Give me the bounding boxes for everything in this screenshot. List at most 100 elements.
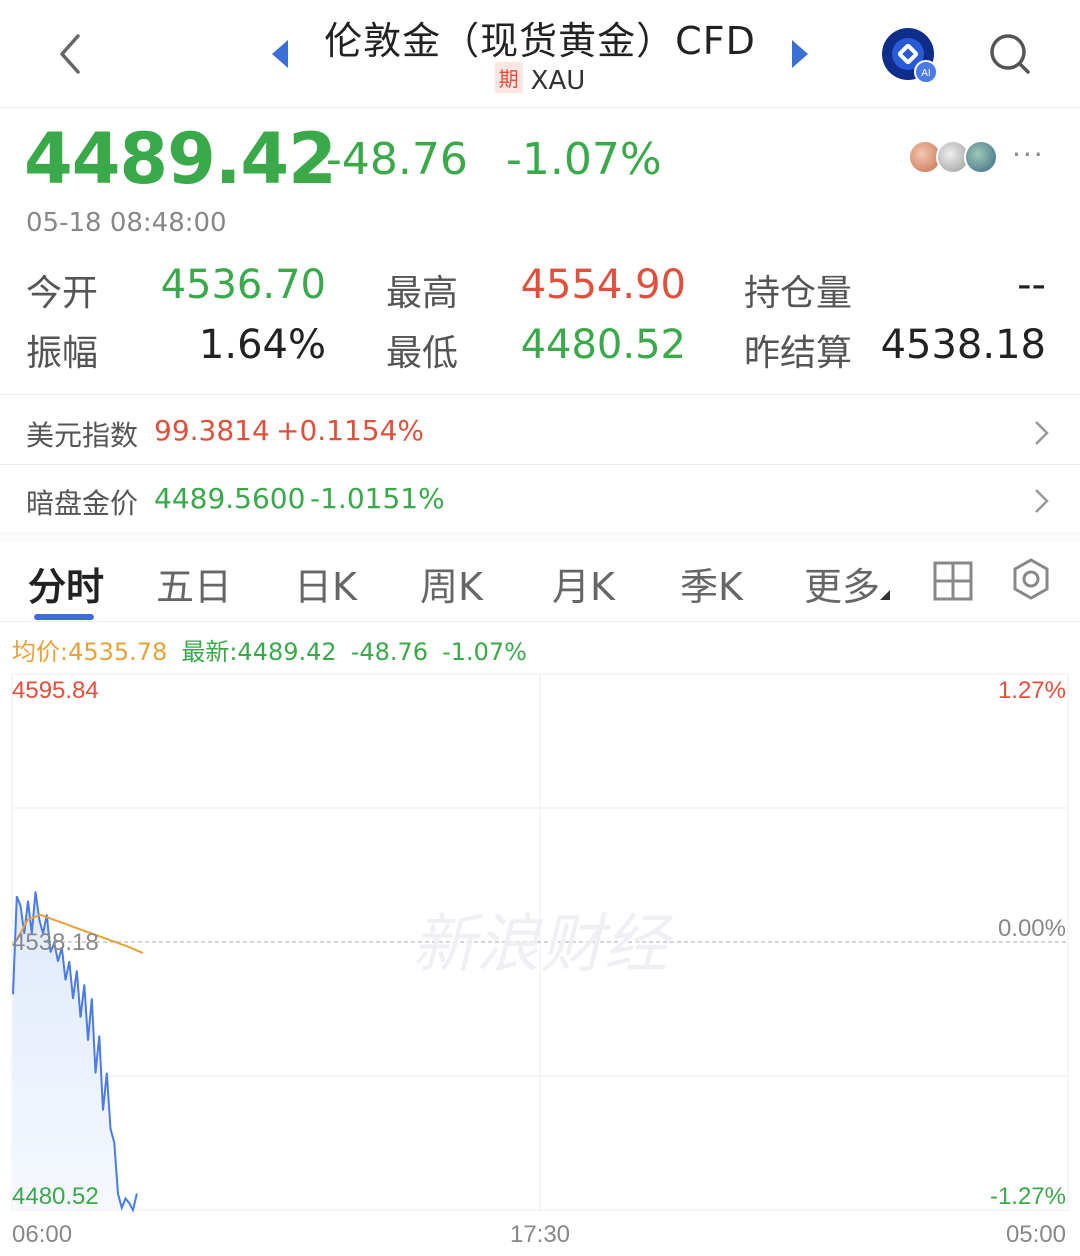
- price-point: [136, 1193, 138, 1195]
- low-label: 最低: [386, 333, 459, 374]
- tab-more-label: 更多: [804, 565, 881, 609]
- price-point: [117, 1193, 119, 1195]
- price-change-percent: -1.07%: [506, 134, 662, 185]
- x-axis-start-label: 06:00: [12, 1221, 72, 1248]
- price-point: [12, 993, 14, 995]
- futures-badge: 期: [494, 62, 523, 93]
- price-point: [121, 1207, 123, 1209]
- dark-pool-gold-value: 4489.5600: [154, 482, 306, 515]
- y-axis-right-top-label: 1.27%: [998, 677, 1066, 704]
- divider: [0, 394, 1080, 395]
- price-point: [98, 1035, 100, 1037]
- legend-change: -48.76: [350, 638, 429, 666]
- dark-pool-gold-change: -1.0151%: [310, 482, 445, 515]
- open-interest-value: --: [1017, 262, 1046, 308]
- grid-layout-icon[interactable]: [932, 560, 974, 602]
- low-value: 4480.52: [520, 322, 686, 368]
- legend-change-percent: -1.07%: [442, 638, 527, 666]
- y-axis-mid-label: 4538.18: [12, 929, 99, 956]
- dollar-index-value: 99.3814: [154, 414, 270, 447]
- dark-pool-gold-row[interactable]: 暗盘金价 4489.5600 -1.0151%: [0, 466, 1080, 532]
- divider: [0, 464, 1080, 465]
- dollar-index-label: 美元指数: [26, 419, 139, 452]
- open-interest-label: 持仓量: [744, 273, 853, 314]
- tab-weekly-k[interactable]: 周K: [420, 556, 483, 611]
- chevron-right-icon: [1035, 489, 1049, 513]
- symbol-code: XAU: [530, 66, 586, 96]
- dollar-index-row[interactable]: 美元指数 99.3814 +0.1154%: [0, 398, 1080, 464]
- more-options-icon[interactable]: ···: [1012, 138, 1045, 171]
- tab-five-day[interactable]: 五日: [156, 556, 232, 611]
- symbol-subtitle: 期 XAU: [300, 62, 780, 96]
- latest-price-legend: 最新:4489.42: [181, 638, 337, 666]
- ai-assistant-icon[interactable]: AI: [880, 26, 940, 86]
- prev-settlement-label: 昨结算: [744, 333, 853, 374]
- high-label: 最高: [386, 273, 459, 314]
- price-point: [79, 1016, 82, 1018]
- settings-icon[interactable]: [1010, 558, 1052, 600]
- page-title: 伦敦金（现货黄金）CFD: [324, 19, 756, 63]
- price-point: [91, 998, 93, 1000]
- tab-quarterly-k[interactable]: 季K: [680, 556, 743, 611]
- tab-daily-k[interactable]: 日K: [294, 556, 357, 611]
- price-point: [124, 1197, 127, 1200]
- price-point: [19, 905, 22, 907]
- x-axis-mid-label: 17:30: [510, 1221, 570, 1248]
- price-point: [132, 1209, 134, 1211]
- high-value: 4554.90: [520, 262, 686, 308]
- community-avatars[interactable]: [908, 140, 1008, 176]
- y-axis-bottom-label: 4480.52: [12, 1183, 99, 1210]
- tab-intraday[interactable]: 分时: [28, 556, 104, 611]
- previous-symbol-icon[interactable]: [266, 36, 294, 72]
- open-label: 今开: [26, 273, 99, 314]
- prev-settlement-value: 4538.18: [880, 322, 1046, 368]
- svg-text:AI: AI: [921, 68, 930, 79]
- section-gap: [0, 532, 1080, 542]
- dollar-index-change: +0.1154%: [276, 414, 425, 447]
- top-bar: 伦敦金（现货黄金）CFD 期 XAU AI: [0, 0, 1080, 108]
- price-point: [106, 1072, 108, 1074]
- intraday-chart[interactable]: 新浪财经 4595.84 4538.18 4480.52 1.27% 0.00% -1.2…: [0, 672, 1080, 1256]
- price-point: [113, 1142, 115, 1144]
- next-symbol-icon[interactable]: [786, 36, 814, 72]
- y-axis-top-label: 4595.84: [12, 677, 99, 704]
- chart-period-tabs: 分时 五日 日K 周K 月K 季K 更多: [0, 542, 1080, 622]
- search-icon[interactable]: [984, 28, 1036, 80]
- tab-monthly-k[interactable]: 月K: [552, 556, 615, 611]
- price-point: [102, 1109, 104, 1111]
- price-point: [27, 900, 29, 902]
- watermark: 新浪财经: [412, 908, 674, 982]
- back-icon[interactable]: [52, 30, 92, 78]
- chart-legend: 均价:4535.78 最新:4489.42 -48.76 -1.07%: [12, 632, 541, 667]
- price-point: [57, 960, 59, 962]
- active-tab-indicator: [34, 614, 94, 620]
- price-point: [94, 1072, 97, 1074]
- chevron-right-icon: [1035, 421, 1049, 445]
- y-axis-right-mid-label: 0.00%: [998, 915, 1066, 942]
- price-point: [83, 984, 85, 986]
- price-point: [16, 895, 18, 897]
- dark-pool-gold-label: 暗盘金价: [26, 487, 139, 520]
- price-change: -48.76: [326, 134, 468, 185]
- last-price: 4489.42: [24, 118, 337, 200]
- price-point: [34, 891, 37, 893]
- price-point: [109, 1128, 112, 1130]
- avatar: [964, 140, 998, 174]
- price-point: [87, 1039, 89, 1041]
- quote-timestamp: 05-18 08:48:00: [26, 208, 227, 238]
- price-point: [68, 960, 70, 962]
- price-point: [128, 1202, 130, 1204]
- price-point: [64, 979, 67, 981]
- x-axis-end-label: 05:00: [1006, 1221, 1066, 1248]
- tab-more[interactable]: 更多: [804, 556, 891, 611]
- amplitude-value: 1.64%: [198, 322, 326, 368]
- y-axis-right-bottom-label: -1.27%: [990, 1183, 1066, 1210]
- price-point: [76, 970, 78, 972]
- amplitude-label: 振幅: [26, 333, 99, 374]
- price-point: [72, 998, 74, 1000]
- dropdown-triangle-icon: [880, 590, 891, 600]
- price-point: [38, 919, 40, 921]
- price-point: [46, 914, 48, 916]
- average-price-legend: 均价:4535.78: [12, 638, 168, 666]
- open-value: 4536.70: [160, 262, 326, 308]
